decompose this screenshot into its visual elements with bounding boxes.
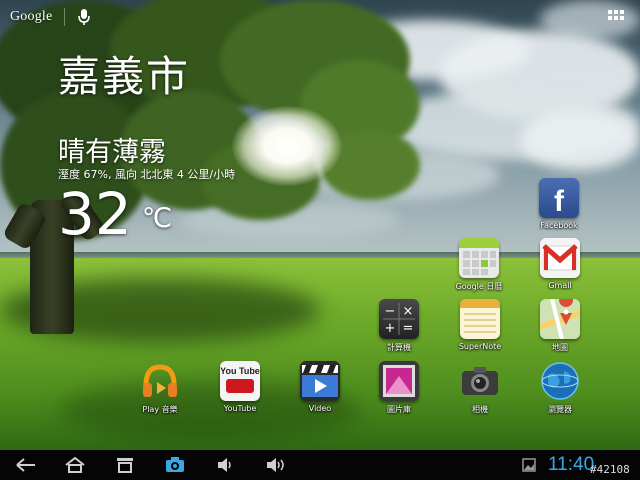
headphones-icon [140, 361, 180, 401]
volume-up-icon[interactable] [262, 455, 290, 475]
gallery-icon [379, 361, 419, 401]
mic-icon[interactable] [77, 8, 91, 26]
app-video[interactable]: Video [288, 361, 352, 413]
calendar-icon [459, 238, 499, 278]
app-gallery[interactable]: 圖片庫 [367, 361, 431, 415]
recent-apps-icon[interactable] [112, 455, 138, 475]
app-camera[interactable]: 相機 [448, 361, 512, 415]
app-supernote[interactable]: SuperNote [448, 299, 512, 351]
svg-text:×: × [403, 304, 414, 319]
image-tag: #42108 [590, 463, 630, 476]
youtube-icon: You Tube [220, 361, 260, 401]
app-youtube[interactable]: You Tube YouTube [208, 361, 272, 413]
globe-icon [540, 361, 580, 401]
app-maps[interactable]: 地圖 [528, 299, 592, 353]
app-play-music[interactable]: Play 音樂 [128, 361, 192, 415]
calculator-icon: − × + = [379, 299, 419, 339]
status-clock[interactable]: 11:40 [548, 454, 594, 476]
svg-text:−: − [385, 304, 396, 319]
home-icon[interactable] [62, 455, 88, 475]
weather-widget[interactable]: 嘉義市 晴有薄霧 溼度 67%, 風向 北北東 4 公里/小時 32 ℃ [58, 50, 235, 248]
weather-temperature: 32 ℃ [58, 180, 172, 248]
google-logo[interactable]: Google [10, 9, 52, 25]
volume-down-icon[interactable] [212, 455, 238, 475]
temperature-unit: ℃ [141, 203, 173, 234]
app-google-calendar[interactable]: Google 日曆 [447, 238, 511, 292]
google-search-bar[interactable]: Google [10, 6, 91, 28]
app-calculator[interactable]: − × + = 計算機 [367, 299, 431, 353]
facebook-icon: f [539, 178, 579, 218]
svg-text:f: f [554, 185, 565, 218]
svg-text:=: = [403, 321, 414, 336]
app-gmail[interactable]: Gmail [528, 238, 592, 290]
screenshot-icon[interactable] [161, 455, 189, 475]
sun [232, 106, 342, 186]
app-browser[interactable]: 瀏覽器 [528, 361, 592, 415]
gmail-icon [540, 238, 580, 278]
temperature-value: 32 [58, 180, 132, 248]
supernote-icon [460, 299, 500, 339]
image-notification-icon[interactable] [520, 455, 538, 475]
weather-condition: 晴有薄霧 [58, 137, 166, 168]
maps-icon [540, 299, 580, 339]
clapperboard-icon [300, 361, 340, 401]
navigation-bar [0, 450, 640, 480]
weather-city: 嘉義市 [58, 52, 191, 101]
svg-text:+: + [385, 321, 396, 336]
home-screen: Google 嘉義市 晴有薄霧 溼度 67%, 風向 北北東 4 公里/小時 3… [0, 0, 640, 450]
camera-icon [460, 361, 500, 401]
app-drawer-icon[interactable] [608, 10, 624, 24]
back-icon[interactable] [14, 455, 38, 475]
app-facebook[interactable]: f Facebook [527, 178, 591, 230]
